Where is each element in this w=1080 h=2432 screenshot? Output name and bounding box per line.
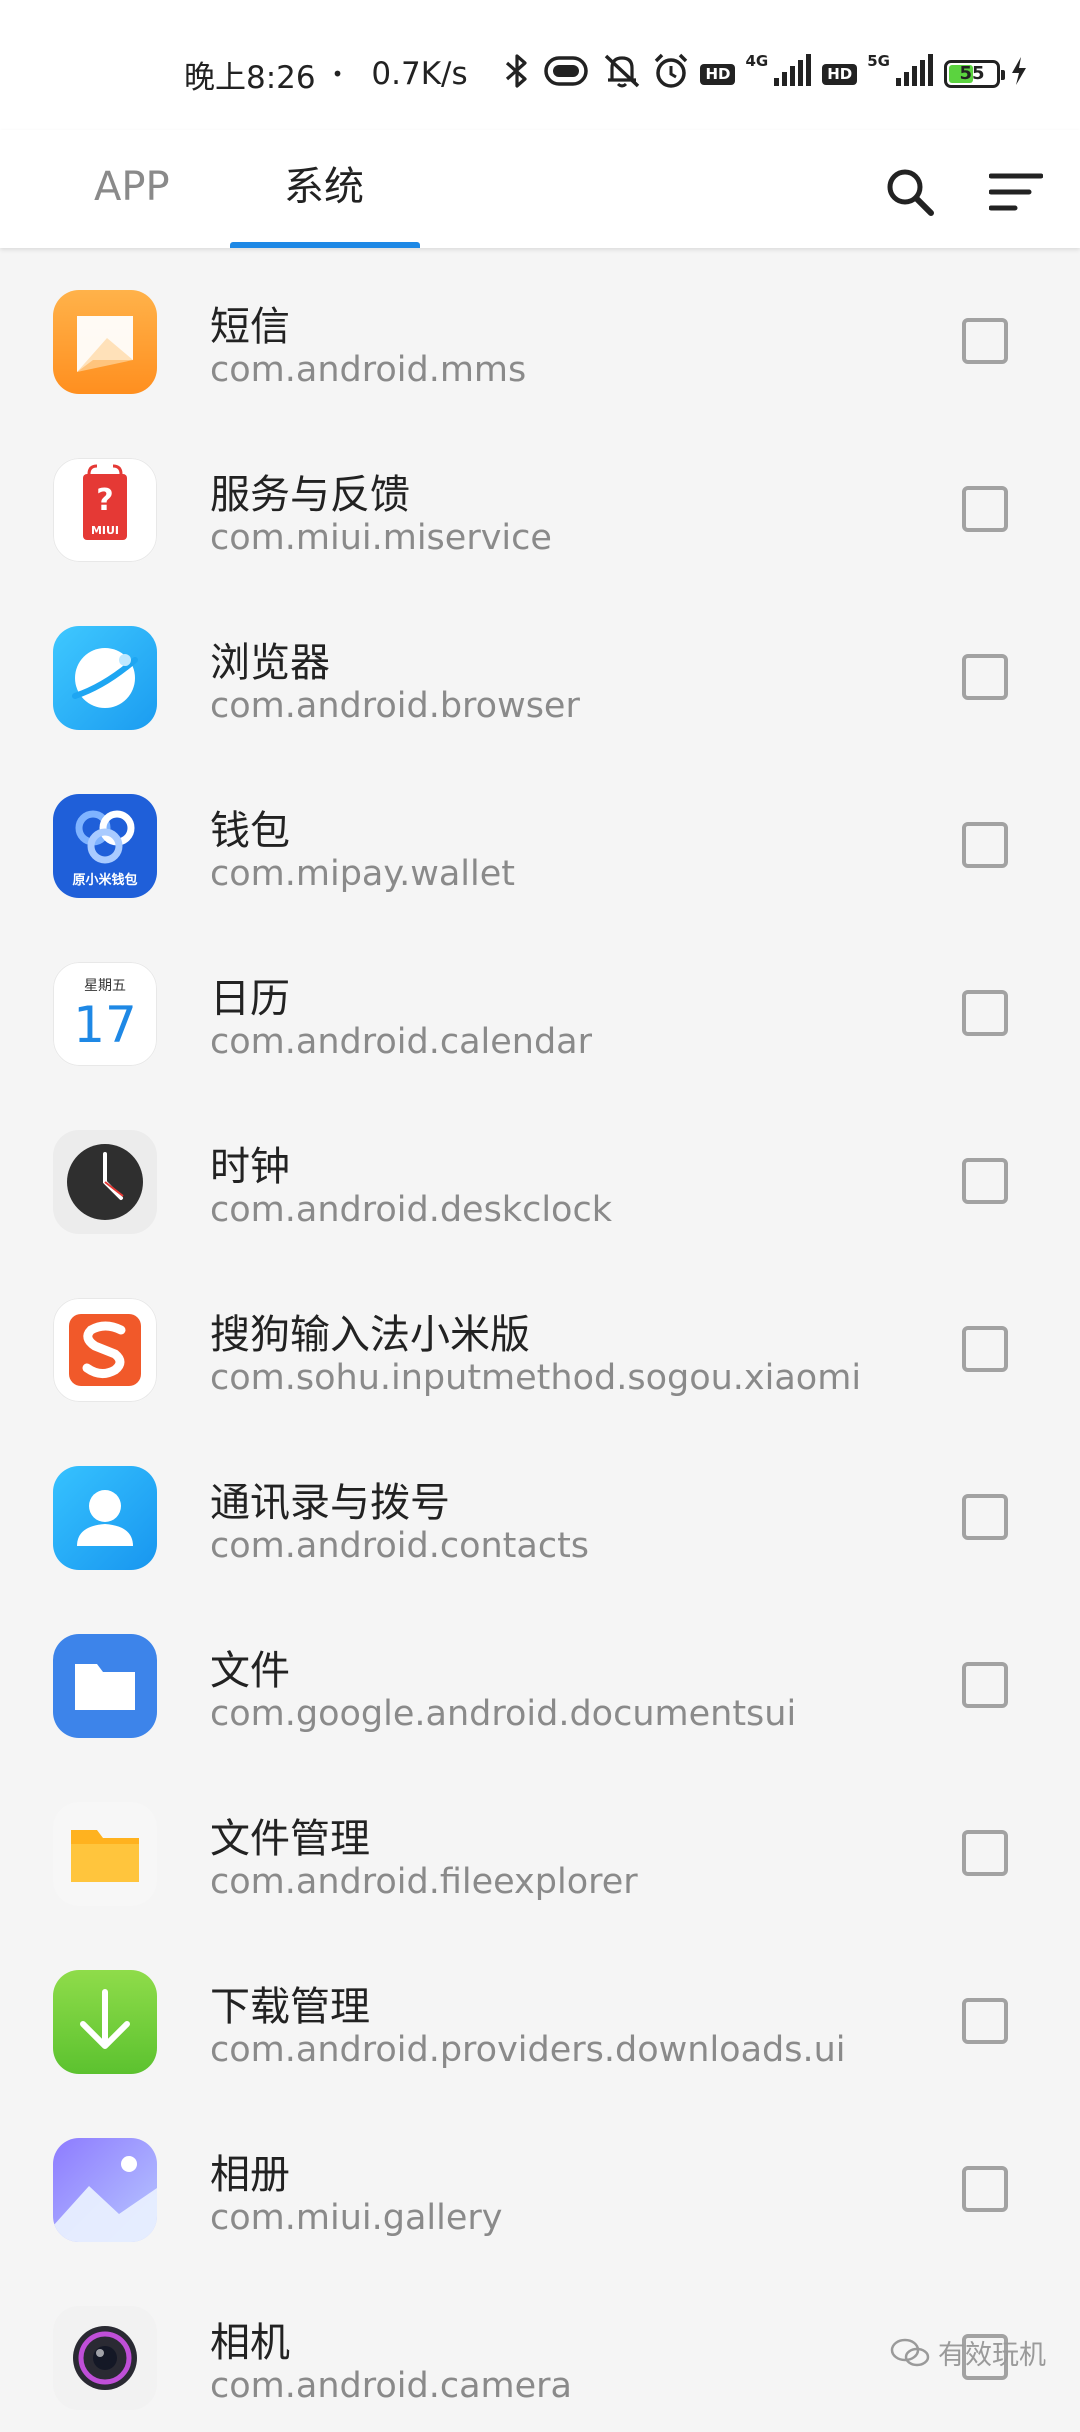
wallet-label: 原小米钱包 [72, 872, 137, 888]
app-name: 下载管理 [210, 1984, 370, 2030]
app-package: com.android.camera [210, 2366, 572, 2406]
search-button[interactable] [870, 152, 950, 232]
app-name: 服务与反馈 [210, 472, 410, 518]
app-name: 文件 [210, 1648, 290, 1694]
status-time: 晚上8:26 [184, 59, 316, 96]
status-left: 晚上8:26 • 0.7K/s [184, 52, 468, 96]
header: APP 系统 [0, 130, 1080, 248]
list-item[interactable]: 文件 com.google.android.documentsui [0, 1592, 1080, 1760]
list-item[interactable]: 通讯录与拨号 com.android.contacts [0, 1424, 1080, 1592]
list-item[interactable]: 下载管理 com.android.providers.downloads.ui [0, 1928, 1080, 2096]
tab-app[interactable]: APP [94, 152, 170, 222]
app-name: 钱包 [210, 808, 290, 854]
hd-badge-1: HD [700, 63, 736, 85]
list-item[interactable]: 原小米钱包 钱包 com.mipay.wallet [0, 752, 1080, 920]
contacts-icon [53, 1466, 157, 1570]
signal-icon-1 [772, 54, 812, 94]
app-checkbox[interactable] [962, 1326, 1008, 1372]
camera-icon [53, 2306, 157, 2410]
wechat-icon [890, 2338, 930, 2366]
app-package: com.google.android.documentsui [210, 1694, 797, 1734]
list-item[interactable]: 相册 com.miui.gallery [0, 2096, 1080, 2264]
network-speed: 0.7K/s [371, 56, 468, 92]
app-checkbox[interactable] [962, 318, 1008, 364]
battery-icon: 55 [944, 60, 1005, 88]
app-name: 日历 [210, 976, 290, 1022]
app-checkbox[interactable] [962, 1662, 1008, 1708]
app-package: com.android.browser [210, 686, 580, 726]
app-checkbox[interactable] [962, 822, 1008, 868]
app-checkbox[interactable] [962, 990, 1008, 1036]
tab-indicator [230, 242, 420, 248]
browser-icon [53, 626, 157, 730]
list-item[interactable]: 文件管理 com.android.fileexplorer [0, 1760, 1080, 1928]
watermark-text: 有效玩机 [938, 2340, 1046, 2371]
wallet-icon: 原小米钱包 [53, 794, 157, 898]
svg-text:?: ? [96, 483, 113, 518]
app-package: com.miui.miservice [210, 518, 552, 558]
sort-icon [989, 173, 1043, 211]
app-package: com.android.fileexplorer [210, 1862, 638, 1902]
app-name: 时钟 [210, 1144, 290, 1190]
signal-icon-2 [894, 54, 934, 94]
alarm-icon [652, 52, 690, 96]
app-name: 短信 [210, 304, 290, 350]
app-package: com.android.calendar [210, 1022, 593, 1062]
download-manager-icon [53, 1970, 157, 2074]
app-checkbox[interactable] [962, 1998, 1008, 2044]
app-name: 相册 [210, 2152, 290, 2198]
app-checkbox[interactable] [962, 2166, 1008, 2212]
charging-icon [1010, 56, 1028, 92]
list-item[interactable]: 短信 com.android.mms [0, 248, 1080, 416]
calendar-weekday: 星期五 [84, 978, 126, 994]
app-checkbox[interactable] [962, 1158, 1008, 1204]
calendar-day: 17 [73, 996, 137, 1054]
app-checkbox[interactable] [962, 486, 1008, 532]
app-package: com.mipay.wallet [210, 854, 515, 894]
list-item[interactable]: ? MIUI 服务与反馈 com.miui.miservice [0, 416, 1080, 584]
app-name: 搜狗输入法小米版 [210, 1312, 530, 1358]
app-checkbox[interactable] [962, 1494, 1008, 1540]
status-bar: 晚上8:26 • 0.7K/s HD 4G HD 5G 55 [0, 0, 1080, 130]
app-package: com.android.providers.downloads.ui [210, 2030, 846, 2070]
app-package: com.android.mms [210, 350, 527, 390]
app-package: com.sohu.inputmethod.sogou.xiaomi [210, 1358, 862, 1398]
clock-icon [53, 1130, 157, 1234]
mute-icon [602, 52, 642, 96]
list-item[interactable]: 时钟 com.android.deskclock [0, 1088, 1080, 1256]
watermark: 有效玩机 [890, 2333, 1046, 2372]
search-icon [887, 169, 934, 216]
app-package: com.android.contacts [210, 1526, 590, 1566]
list-item[interactable]: 星期五 17 日历 com.android.calendar [0, 920, 1080, 1088]
miui-label: MIUI [91, 524, 119, 537]
app-checkbox[interactable] [962, 654, 1008, 700]
calendar-icon: 星期五 17 [53, 962, 157, 1066]
app-name: 浏览器 [210, 640, 330, 686]
sms-icon [53, 290, 157, 394]
vibrate-icon [540, 54, 592, 94]
app-list: 短信 com.android.mms ? MIUI 服务与反馈 com.miui… [0, 248, 1080, 2432]
app-name: 文件管理 [210, 1816, 370, 1862]
list-item[interactable]: 浏览器 com.android.browser [0, 584, 1080, 752]
list-item[interactable]: 搜狗输入法小米版 com.sohu.inputmethod.sogou.xiao… [0, 1256, 1080, 1424]
file-manager-icon [53, 1802, 157, 1906]
bluetooth-icon [504, 54, 530, 94]
app-package: com.miui.gallery [210, 2198, 503, 2238]
gallery-icon [53, 2138, 157, 2242]
sort-button[interactable] [976, 152, 1056, 232]
status-dot: • [331, 62, 344, 86]
battery-level: 55 [959, 63, 985, 84]
tab-system[interactable]: 系统 [284, 152, 364, 222]
network-type-2: 5G [867, 52, 890, 70]
app-checkbox[interactable] [962, 1830, 1008, 1876]
status-icons: HD 4G HD 5G 55 [504, 50, 1028, 98]
sogou-icon [53, 1298, 157, 1402]
files-icon [53, 1634, 157, 1738]
network-type-1: 4G [745, 52, 769, 70]
miui-service-icon: ? MIUI [53, 458, 157, 562]
app-name: 相机 [210, 2320, 290, 2366]
app-name: 通讯录与拨号 [210, 1480, 450, 1526]
hd-badge-2: HD [822, 63, 858, 85]
app-package: com.android.deskclock [210, 1190, 612, 1230]
